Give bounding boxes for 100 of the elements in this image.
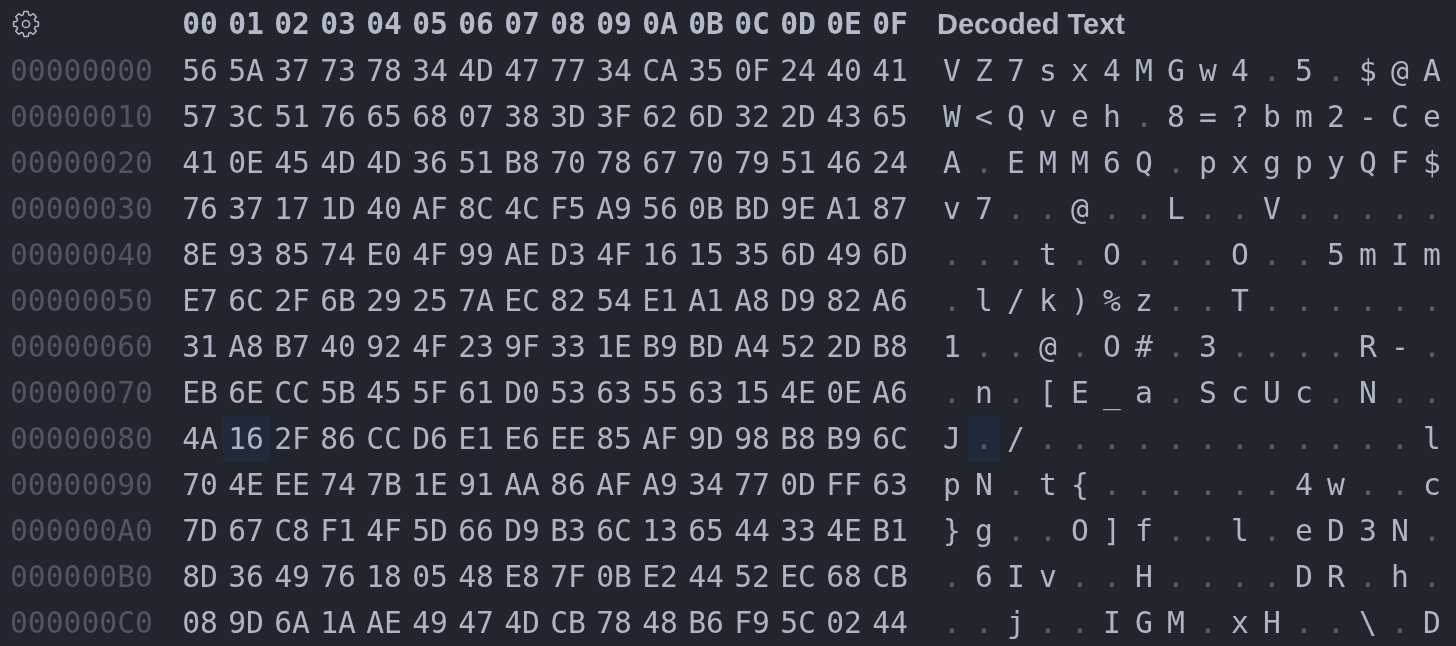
- hex-byte[interactable]: A6: [867, 278, 913, 324]
- hex-byte[interactable]: AF: [637, 416, 683, 462]
- hex-byte[interactable]: 31: [177, 324, 223, 370]
- hex-byte[interactable]: 4F: [407, 232, 453, 278]
- hex-byte[interactable]: 7F: [545, 554, 591, 600]
- decoded-char[interactable]: /: [1000, 278, 1032, 324]
- hex-byte[interactable]: 15: [729, 370, 775, 416]
- hex-byte[interactable]: 49: [269, 554, 315, 600]
- decoded-char[interactable]: h: [1096, 94, 1128, 140]
- decoded-char[interactable]: x: [1224, 600, 1256, 646]
- hex-byte[interactable]: 34: [683, 462, 729, 508]
- hex-byte[interactable]: 1E: [591, 324, 637, 370]
- hex-byte[interactable]: 52: [775, 324, 821, 370]
- hex-byte[interactable]: 5A: [223, 48, 269, 94]
- hex-byte[interactable]: 68: [407, 94, 453, 140]
- decoded-char[interactable]: [: [1032, 370, 1064, 416]
- hex-byte[interactable]: 74: [315, 462, 361, 508]
- hex-byte[interactable]: 0B: [591, 554, 637, 600]
- hex-byte[interactable]: 33: [775, 508, 821, 554]
- decoded-char[interactable]: m: [1352, 232, 1384, 278]
- hex-byte[interactable]: 98: [729, 416, 775, 462]
- hex-byte[interactable]: 8E: [177, 232, 223, 278]
- decoded-char[interactable]: a: [1128, 370, 1160, 416]
- decoded-char[interactable]: e: [1288, 508, 1320, 554]
- hex-byte[interactable]: A1: [821, 186, 867, 232]
- hex-byte[interactable]: 48: [453, 554, 499, 600]
- decoded-char[interactable]: 5: [1288, 48, 1320, 94]
- decoded-char[interactable]: N: [1384, 508, 1416, 554]
- decoded-char[interactable]: m: [1416, 232, 1448, 278]
- hex-byte[interactable]: 4A: [177, 416, 223, 462]
- hex-byte[interactable]: 44: [867, 600, 913, 646]
- hex-byte[interactable]: 61: [453, 370, 499, 416]
- hex-byte[interactable]: F9: [729, 600, 775, 646]
- hex-byte[interactable]: 91: [453, 462, 499, 508]
- hex-byte[interactable]: 37: [269, 48, 315, 94]
- hex-byte[interactable]: 4C: [499, 186, 545, 232]
- hex-byte[interactable]: A9: [591, 186, 637, 232]
- hex-byte[interactable]: 7D: [177, 508, 223, 554]
- hex-byte[interactable]: A8: [223, 324, 269, 370]
- hex-byte[interactable]: 4E: [223, 462, 269, 508]
- decoded-char[interactable]: @: [1032, 324, 1064, 370]
- hex-byte[interactable]: 0E: [821, 370, 867, 416]
- decoded-char[interactable]: -: [1352, 94, 1384, 140]
- hex-byte[interactable]: CA: [637, 48, 683, 94]
- hex-byte[interactable]: 41: [177, 140, 223, 186]
- decoded-char[interactable]: R: [1320, 554, 1352, 600]
- hex-byte[interactable]: 78: [361, 48, 407, 94]
- decoded-char[interactable]: t: [1032, 232, 1064, 278]
- decoded-char[interactable]: j: [1000, 600, 1032, 646]
- hex-byte[interactable]: 07: [453, 94, 499, 140]
- hex-byte[interactable]: 6E: [223, 370, 269, 416]
- hex-byte[interactable]: 3D: [545, 94, 591, 140]
- hex-byte[interactable]: EC: [775, 554, 821, 600]
- decoded-char[interactable]: S: [1192, 370, 1224, 416]
- hex-byte[interactable]: B8: [775, 416, 821, 462]
- hex-byte[interactable]: 63: [591, 370, 637, 416]
- decoded-char[interactable]: ]: [1096, 508, 1128, 554]
- hex-byte[interactable]: 35: [683, 48, 729, 94]
- hex-byte[interactable]: 54: [591, 278, 637, 324]
- hex-byte[interactable]: 6B: [315, 278, 361, 324]
- hex-byte[interactable]: 3F: [591, 94, 637, 140]
- decoded-char[interactable]: =: [1192, 94, 1224, 140]
- hex-byte[interactable]: 78: [591, 600, 637, 646]
- hex-byte[interactable]: 85: [591, 416, 637, 462]
- hex-byte[interactable]: 4D: [315, 140, 361, 186]
- decoded-char[interactable]: %: [1096, 278, 1128, 324]
- hex-byte[interactable]: 1E: [407, 462, 453, 508]
- hex-byte[interactable]: FF: [821, 462, 867, 508]
- decoded-char[interactable]: _: [1096, 370, 1128, 416]
- decoded-char[interactable]: v: [1032, 554, 1064, 600]
- hex-byte[interactable]: D9: [775, 278, 821, 324]
- decoded-char[interactable]: l: [1224, 508, 1256, 554]
- decoded-char[interactable]: @: [1384, 48, 1416, 94]
- hex-byte[interactable]: 0B: [683, 186, 729, 232]
- hex-byte[interactable]: 4F: [591, 232, 637, 278]
- hex-byte[interactable]: 65: [867, 94, 913, 140]
- decoded-char[interactable]: H: [1256, 600, 1288, 646]
- hex-byte[interactable]: 2D: [821, 324, 867, 370]
- hex-byte[interactable]: 56: [637, 186, 683, 232]
- hex-byte[interactable]: 70: [683, 140, 729, 186]
- decoded-char[interactable]: $: [1352, 48, 1384, 94]
- hex-byte[interactable]: C8: [269, 508, 315, 554]
- decoded-char[interactable]: 3: [1192, 324, 1224, 370]
- hex-byte[interactable]: F5: [545, 186, 591, 232]
- decoded-char[interactable]: $: [1416, 140, 1448, 186]
- hex-byte[interactable]: EB: [177, 370, 223, 416]
- hex-byte[interactable]: AE: [361, 600, 407, 646]
- hex-byte[interactable]: E0: [361, 232, 407, 278]
- decoded-char[interactable]: #: [1128, 324, 1160, 370]
- hex-byte[interactable]: 2F: [269, 278, 315, 324]
- hex-byte[interactable]: A8: [729, 278, 775, 324]
- decoded-char[interactable]: T: [1224, 278, 1256, 324]
- hex-byte[interactable]: B9: [821, 416, 867, 462]
- hex-byte[interactable]: 7A: [453, 278, 499, 324]
- hex-byte[interactable]: 92: [361, 324, 407, 370]
- hex-byte[interactable]: 66: [453, 508, 499, 554]
- decoded-char[interactable]: t: [1032, 462, 1064, 508]
- hex-byte[interactable]: B7: [269, 324, 315, 370]
- decoded-char[interactable]: n: [968, 370, 1000, 416]
- hex-byte[interactable]: E1: [453, 416, 499, 462]
